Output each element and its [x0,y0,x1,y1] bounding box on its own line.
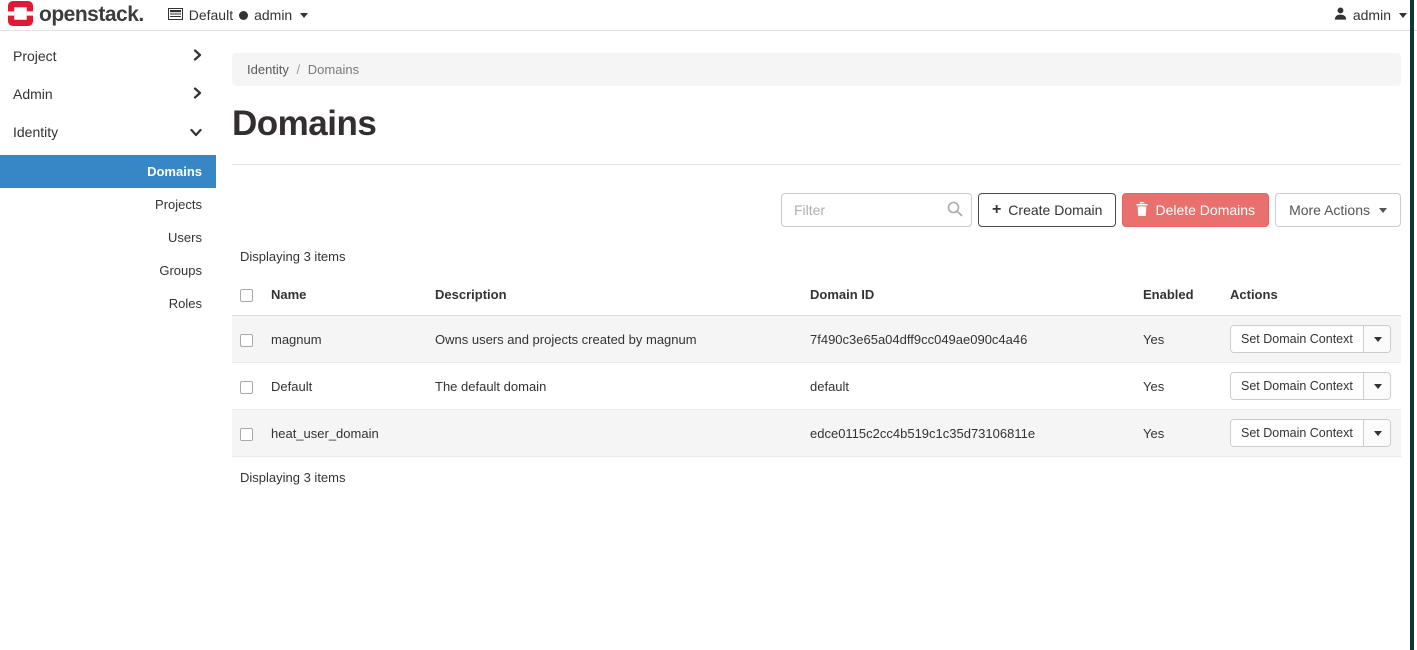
chevron-down-icon [1374,384,1382,389]
sidebar-item-groups[interactable]: Groups [0,254,216,287]
domain-description-cell: Owns users and projects created by magnu… [427,316,802,363]
table-header-row: Name Description Domain ID Enabled Actio… [232,278,1401,316]
row-checkbox[interactable] [240,334,253,347]
sidebar-item-label: Domains [147,164,202,179]
create-domain-button[interactable]: + Create Domain [978,193,1117,227]
sidebar-item-roles[interactable]: Roles [0,287,216,320]
breadcrumb-separator: / [297,62,301,77]
search-icon[interactable] [947,201,963,220]
right-edge-strip [1410,0,1414,650]
user-menu-dropdown[interactable]: admin [1334,7,1407,23]
sidebar-item-identity[interactable]: Identity [0,113,216,151]
column-header-name[interactable]: Name [263,278,427,316]
domain-description-cell: The default domain [427,363,802,410]
row-action-split-button: Set Domain Context [1230,325,1391,353]
context-domain-label: Default [189,7,233,23]
sidebar-item-users[interactable]: Users [0,221,216,254]
filter-input[interactable] [781,193,972,227]
row-checkbox[interactable] [240,381,253,394]
domains-table: Name Description Domain ID Enabled Actio… [232,278,1401,457]
domain-id-cell: 7f490c3e65a04dff9cc049ae090c4a46 [802,316,1135,363]
domain-id-cell: default [802,363,1135,410]
more-actions-button[interactable]: More Actions [1275,193,1401,227]
domain-name-cell: Default [263,363,427,410]
page-title: Domains [232,104,1401,144]
sidebar-item-projects[interactable]: Projects [0,188,216,221]
sidebar-item-label: Project [13,48,57,64]
sidebar-item-label: Admin [13,86,53,102]
domain-name-cell: magnum [263,316,427,363]
domain-enabled-cell: Yes [1135,410,1222,457]
chevron-down-icon [300,13,308,18]
chevron-right-icon [193,86,202,102]
main-content: Identity / Domains Domains + Create Doma… [216,31,1417,485]
sidebar: Project Admin Identity Domains Projects [0,31,216,320]
row-actions-dropdown-toggle[interactable] [1363,420,1390,446]
sidebar-item-label: Identity [13,124,58,140]
items-count-top: Displaying 3 items [240,249,1401,264]
sidebar-item-domains[interactable]: Domains [0,155,216,188]
row-actions-dropdown-toggle[interactable] [1363,373,1390,399]
row-action-split-button: Set Domain Context [1230,372,1391,400]
breadcrumb-current: Domains [308,62,359,77]
user-name-label: admin [1353,7,1391,23]
context-switcher-dropdown[interactable]: Default admin [168,7,309,23]
chevron-down-icon [190,124,202,140]
sidebar-item-label: Groups [159,263,202,278]
chevron-down-icon [1399,13,1407,18]
set-domain-context-button[interactable]: Set Domain Context [1231,326,1363,352]
column-header-actions: Actions [1222,278,1401,316]
chevron-down-icon [1379,208,1387,213]
row-actions-dropdown-toggle[interactable] [1363,326,1390,352]
domain-description-cell [427,410,802,457]
user-icon [1334,7,1347,23]
trash-icon [1136,202,1148,219]
plus-icon: + [992,202,1001,218]
title-divider [232,164,1401,165]
sidebar-item-label: Projects [155,197,202,212]
brand-wordmark: openstack. [39,3,144,27]
chevron-down-icon [1374,337,1382,342]
row-checkbox[interactable] [240,428,253,441]
more-actions-label: More Actions [1289,202,1370,218]
domain-name-cell: heat_user_domain [263,410,427,457]
table-row: magnum Owns users and projects created b… [232,316,1401,363]
table-row: heat_user_domain edce0115c2cc4b519c1c35d… [232,410,1401,457]
domain-enabled-cell: Yes [1135,316,1222,363]
sidebar-item-label: Users [168,230,202,245]
sidebar-item-project[interactable]: Project [0,37,216,75]
column-header-description[interactable]: Description [427,278,802,316]
openstack-brand[interactable]: openstack. [8,1,144,29]
delete-domains-button[interactable]: Delete Domains [1122,193,1269,227]
delete-domains-label: Delete Domains [1155,202,1255,218]
items-count-bottom: Displaying 3 items [240,470,1401,485]
breadcrumb-identity-link[interactable]: Identity [247,62,289,77]
table-toolbar: + Create Domain Delete Domains More Acti… [232,193,1401,227]
sidebar-item-label: Roles [169,296,202,311]
context-project-label: admin [254,7,292,23]
set-domain-context-button[interactable]: Set Domain Context [1231,420,1363,446]
column-header-domain-id[interactable]: Domain ID [802,278,1135,316]
create-domain-label: Create Domain [1008,202,1102,218]
table-row: Default The default domain default Yes S… [232,363,1401,410]
top-navbar: openstack. Default admin admin [0,0,1417,31]
chevron-down-icon [1374,431,1382,436]
domain-enabled-cell: Yes [1135,363,1222,410]
column-header-enabled[interactable]: Enabled [1135,278,1222,316]
domain-list-icon [168,7,183,23]
sidebar-item-admin[interactable]: Admin [0,75,216,113]
select-all-checkbox[interactable] [240,289,253,302]
domain-id-cell: edce0115c2cc4b519c1c35d73106811e [802,410,1135,457]
chevron-right-icon [193,48,202,64]
context-separator-dot [239,11,248,20]
row-action-split-button: Set Domain Context [1230,419,1391,447]
openstack-logo-icon [8,1,33,29]
set-domain-context-button[interactable]: Set Domain Context [1231,373,1363,399]
breadcrumb: Identity / Domains [232,53,1401,86]
